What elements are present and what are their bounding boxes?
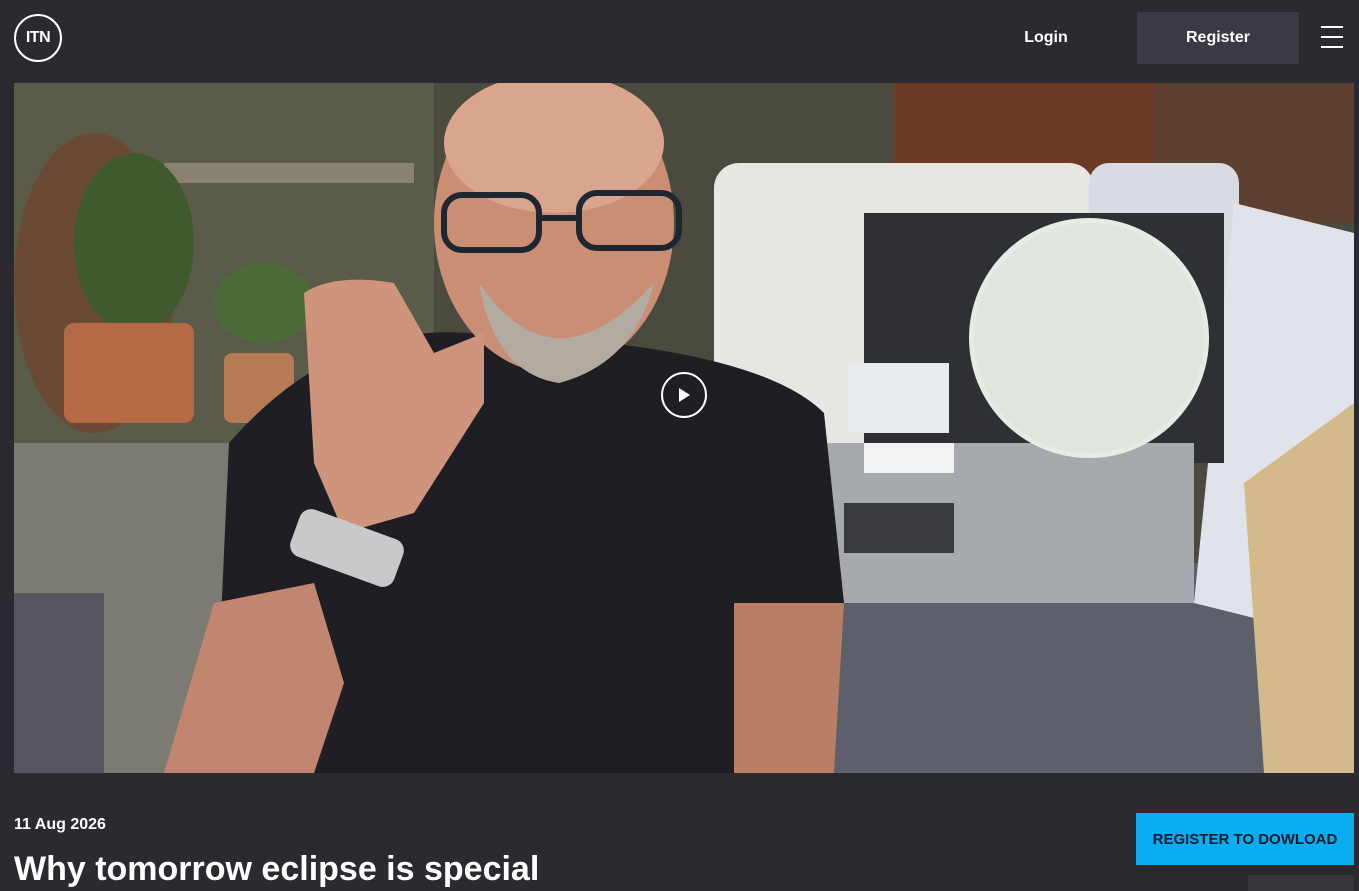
itn-logo[interactable]: ITN (14, 14, 62, 62)
hamburger-menu-icon[interactable] (1321, 26, 1343, 48)
login-link[interactable]: Login (1004, 14, 1088, 62)
video-title: Why tomorrow eclipse is special (14, 850, 540, 888)
secondary-button[interactable] (1248, 875, 1354, 891)
publish-date: 11 Aug 2026 (14, 816, 106, 833)
register-button[interactable]: Register (1137, 12, 1299, 64)
play-button[interactable] (661, 372, 707, 418)
register-to-download-button[interactable]: REGISTER TO DOWLOAD (1136, 813, 1354, 865)
video-player[interactable] (14, 83, 1354, 773)
top-nav: ITN Login Register (0, 0, 1359, 80)
play-icon (679, 388, 690, 402)
video-thumbnail (14, 83, 1354, 773)
